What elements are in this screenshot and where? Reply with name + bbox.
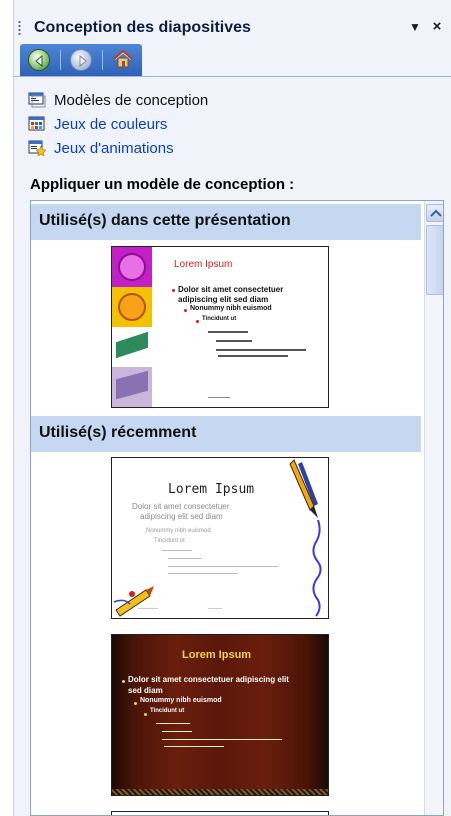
task-pane-title: Conception des diapositives: [34, 19, 251, 36]
pen-decoration-icon: [289, 459, 322, 617]
link-label: Jeux de couleurs: [54, 115, 168, 133]
template-thumbnail[interactable]: Lorem Ipsum Dolor sit amet consectetuer …: [111, 634, 329, 796]
thumbnail-text-line: [216, 340, 252, 342]
task-pane-title-bar: Conception des diapositives ▼ ×: [14, 14, 451, 40]
link-label: Jeux d'animations: [54, 139, 174, 157]
thumbnail-bullet: Nonummy nibh euismod: [190, 305, 272, 312]
bullet-icon: [134, 702, 137, 705]
thumbnail-bullet: adipiscing elit sed diam: [140, 512, 223, 521]
nav-underline: [14, 76, 451, 77]
dropdown-arrow-icon[interactable]: ▼: [406, 18, 424, 36]
task-pane: Conception des diapositives ▼ × Modèles …: [13, 0, 451, 816]
bullet-icon: [144, 713, 147, 716]
design-templates-icon: [28, 92, 46, 108]
template-gallery: Utilisé(s) dans cette présentation Lorem…: [30, 200, 444, 816]
nav-toolbar: [20, 44, 142, 76]
link-label: Modèles de conception: [54, 91, 209, 109]
color-schemes-icon: [28, 116, 46, 132]
link-animation-schemes[interactable]: Jeux d'animations: [28, 138, 174, 158]
thumbnail-bullet: Tincidunt ut: [202, 316, 237, 322]
thumbnail-footer-line: [138, 608, 158, 609]
thumbnail-bullet: adipiscing elit sed diam: [178, 295, 269, 304]
template-thumbnail[interactable]: [111, 811, 329, 815]
thumbnail-image-strip: [112, 247, 152, 407]
group-header-used-in-presentation: Utilisé(s) dans cette présentation: [31, 204, 421, 240]
thumbnail-text-line: [162, 550, 192, 551]
close-icon[interactable]: ×: [428, 18, 446, 36]
thumbnail-title: Lorem Ipsum: [168, 482, 255, 497]
thumbnail-text-line: [162, 739, 282, 740]
thumbnail-text-line: [168, 558, 202, 559]
group-header-recently-used: Utilisé(s) récemment: [31, 416, 421, 452]
thumbnail-text-line: [156, 723, 190, 724]
pencil-decoration-icon: [113, 586, 154, 617]
link-color-schemes[interactable]: Jeux de couleurs: [28, 114, 167, 134]
thumbnail-title: Lorem Ipsum: [174, 259, 233, 270]
nav-separator: [102, 50, 103, 70]
animation-schemes-icon: [28, 140, 47, 157]
thumbnail-bullet: Nonummy nibh euismod: [146, 528, 211, 534]
bullet-icon: [122, 680, 125, 683]
thumbnail-footer-line: [208, 397, 230, 398]
thumbnail-bullet: Nonummy nibh euismod: [140, 697, 222, 704]
thumbnail-text-line: [208, 331, 248, 333]
home-icon[interactable]: [112, 48, 134, 70]
bullet-icon: [196, 320, 199, 323]
thumbnail-text-line: [218, 355, 288, 357]
drag-grip-icon[interactable]: [18, 20, 21, 36]
back-arrow-icon[interactable]: [28, 49, 50, 71]
thumbnail-bullet: Tincidunt ut: [150, 708, 185, 714]
template-thumbnail[interactable]: Lorem Ipsum Dolor sit amet consectetuer …: [111, 246, 329, 408]
bullet-icon: [172, 289, 175, 292]
thumbnail-text-line: [216, 349, 306, 351]
nav-separator: [60, 50, 61, 70]
thumbnail-text-line: [162, 731, 192, 732]
thumbnail-text-line: [168, 566, 278, 567]
thumbnail-bullet: sed diam: [128, 686, 163, 695]
scrollbar-thumb[interactable]: [426, 225, 443, 295]
thumbnail-bullet: Tincidunt ut: [154, 538, 185, 544]
thumbnail-text-line: [168, 573, 238, 574]
apply-template-heading: Appliquer un modèle de conception :: [30, 176, 295, 193]
forward-arrow-icon[interactable]: [70, 49, 92, 71]
thumbnail-footer-line: [208, 608, 222, 609]
thumbnail-text-line: [164, 746, 224, 747]
thumbnail-bullet: Dolor sit amet consectetuer: [132, 502, 230, 511]
thumbnail-title: Lorem Ipsum: [182, 649, 252, 661]
scroll-up-icon[interactable]: [426, 204, 443, 222]
thumbnail-footer-band: [112, 789, 328, 795]
thumbnail-bullet: Dolor sit amet consectetuer adipiscing e…: [128, 675, 289, 684]
bullet-icon: [184, 309, 187, 312]
gallery-scrollbar[interactable]: [424, 201, 443, 815]
template-thumbnail[interactable]: Lorem Ipsum Dolor sit amet consectetuer …: [111, 457, 329, 619]
link-design-templates[interactable]: Modèles de conception: [28, 90, 208, 110]
thumbnail-bullet: Dolor sit amet consectetuer: [178, 285, 284, 294]
